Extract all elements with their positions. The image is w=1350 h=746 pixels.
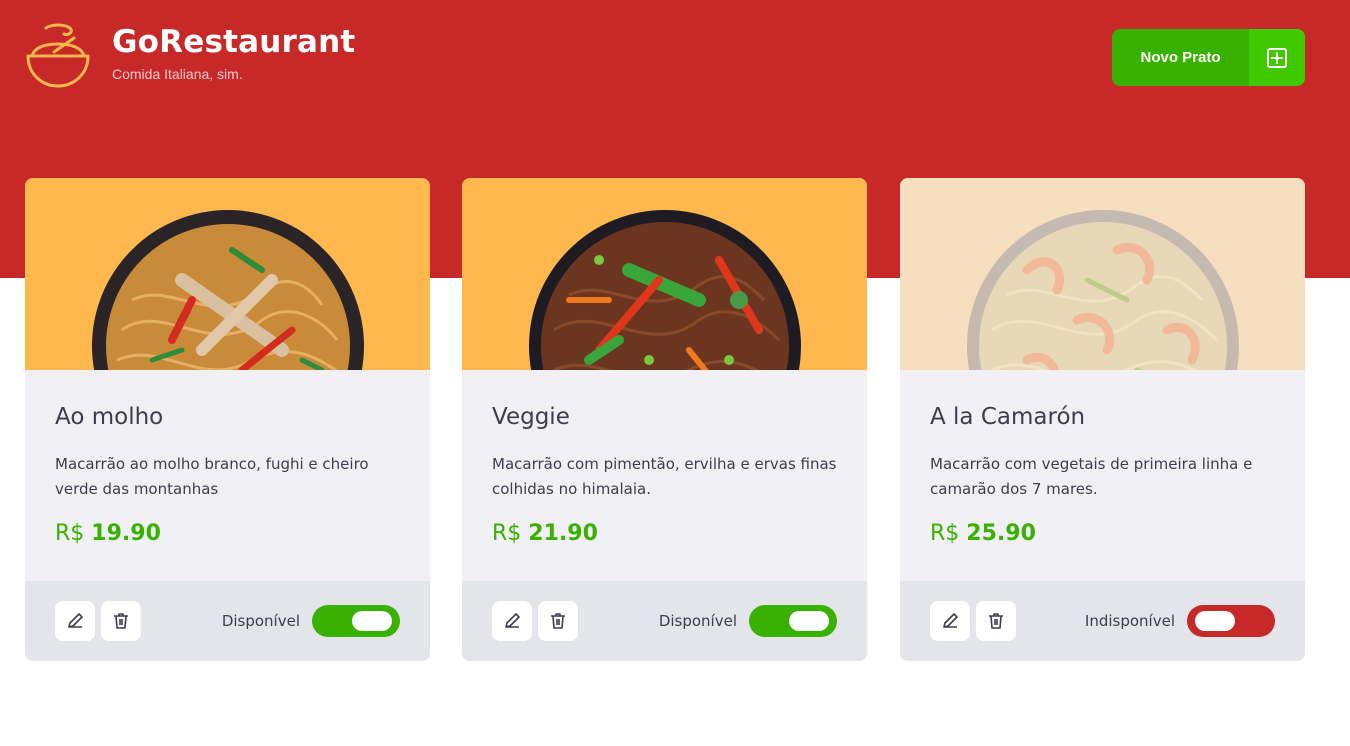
delete-button[interactable] <box>101 601 141 641</box>
dish-name: Ao molho <box>55 404 164 430</box>
app-subtitle: Comida Italiana, sim. <box>112 66 243 82</box>
edit-button[interactable] <box>492 601 532 641</box>
dish-description: Macarrão com vegetais de primeira linha … <box>930 455 1253 498</box>
trash-icon <box>989 613 1003 629</box>
delete-button[interactable] <box>976 601 1016 641</box>
new-dish-label: Novo Prato <box>1140 49 1221 66</box>
pencil-icon <box>943 613 958 628</box>
trash-icon <box>551 613 565 629</box>
new-dish-button[interactable]: Novo Prato <box>1112 29 1305 86</box>
pasta-plate-image <box>967 210 1239 370</box>
dish-image <box>462 178 867 370</box>
brand: GoRestaurant Comida Italiana, sim. <box>24 22 355 90</box>
availability-label: Disponível <box>221 612 300 630</box>
price-value: 21.90 <box>528 521 598 546</box>
price-value: 25.90 <box>966 521 1036 546</box>
toggle-knob <box>352 611 392 631</box>
toggle-knob <box>1195 611 1235 631</box>
dish-card: Veggie Macarrão com pimentão, ervilha e … <box>462 178 867 661</box>
trash-icon <box>114 613 128 629</box>
availability-label: Indisponível <box>1084 612 1175 630</box>
dish-card: Ao molho Macarrão ao molho branco, fughi… <box>25 178 430 661</box>
dish-name: A la Camarón <box>930 404 1086 430</box>
availability-label: Disponível <box>658 612 737 630</box>
pasta-plate-image <box>92 210 364 370</box>
pencil-icon <box>505 613 520 628</box>
dish-card: A la Camarón Macarrão com vegetais de pr… <box>900 178 1305 661</box>
currency: R$ <box>492 521 522 546</box>
currency: R$ <box>930 521 960 546</box>
dish-description: Macarrão ao molho branco, fughi e cheiro… <box>55 455 369 498</box>
price-value: 19.90 <box>91 521 161 546</box>
dish-footer: Disponível <box>462 581 867 661</box>
dish-name: Veggie <box>492 404 570 430</box>
dish-image <box>900 178 1305 370</box>
dish-footer: Disponível <box>25 581 430 661</box>
dish-price: R$ 19.90 <box>55 521 400 546</box>
dish-description: Macarrão com pimentão, ervilha e ervas f… <box>492 455 837 498</box>
bowl-icon <box>26 23 90 88</box>
pencil-icon <box>68 613 83 628</box>
pasta-plate-image <box>529 210 801 370</box>
app-title: GoRestaurant <box>112 24 356 60</box>
availability: Disponível <box>659 605 837 637</box>
currency: R$ <box>55 521 85 546</box>
dish-image <box>25 178 430 370</box>
edit-button[interactable] <box>55 601 95 641</box>
edit-button[interactable] <box>930 601 970 641</box>
delete-button[interactable] <box>538 601 578 641</box>
availability-toggle[interactable] <box>312 605 400 637</box>
plus-square-icon <box>1267 47 1287 68</box>
dish-price: R$ 21.90 <box>492 521 837 546</box>
availability: Indisponível <box>1085 605 1275 637</box>
toggle-knob <box>789 611 829 631</box>
dish-price: R$ 25.90 <box>930 521 1275 546</box>
availability-toggle[interactable] <box>1187 605 1275 637</box>
availability: Disponível <box>222 605 400 637</box>
availability-toggle[interactable] <box>749 605 837 637</box>
dish-footer: Indisponível <box>900 581 1305 661</box>
